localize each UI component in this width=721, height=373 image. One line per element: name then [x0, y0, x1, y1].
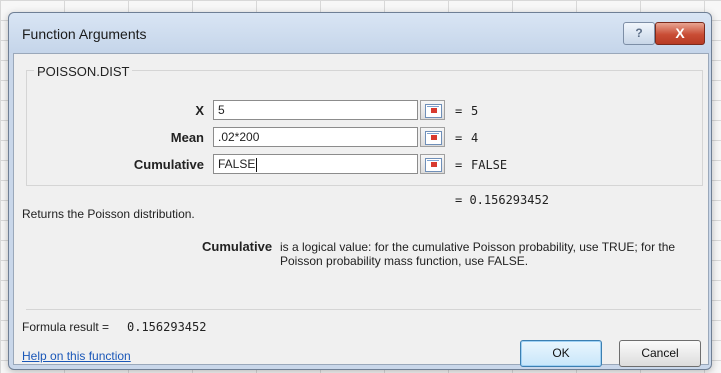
close-button[interactable]: X	[655, 22, 705, 45]
title-bar[interactable]: Function Arguments ? X	[9, 13, 711, 53]
dialog-title: Function Arguments	[22, 26, 147, 42]
arg-help-label: Cumulative	[202, 239, 273, 254]
arg-label-mean: Mean	[170, 130, 204, 145]
separator-line	[26, 309, 701, 310]
arg-label-x: X	[195, 103, 204, 118]
arg-eq-cumulative: =	[455, 158, 463, 172]
arg-value-mean: 4	[471, 131, 479, 145]
text-caret	[256, 157, 258, 172]
function-description: Returns the Poisson distribution.	[22, 207, 195, 221]
arg-help-text-line2: Poisson probability mass function, use F…	[280, 254, 529, 268]
arg-help-text-line1: is a logical value: for the cumulative P…	[280, 240, 676, 254]
arg-input-x[interactable]: 5	[213, 100, 418, 120]
ref-button-x[interactable]	[420, 100, 445, 120]
ref-button-mean[interactable]	[420, 127, 445, 147]
dialog-body: POISSON.DIST X 5 = 5 Mean .02*200 = 4 Cu…	[13, 53, 709, 367]
formula-result-label: Formula result =	[22, 320, 110, 334]
function-arguments-dialog: Function Arguments ? X POISSON.DIST X 5 …	[8, 12, 712, 370]
arg-eq-mean: =	[455, 131, 463, 145]
arg-label-cumulative: Cumulative	[133, 157, 204, 172]
collapse-dialog-icon	[425, 104, 442, 118]
help-on-this-function-link[interactable]: Help on this function	[22, 349, 131, 363]
formula-result-value: 0.156293452	[127, 320, 207, 334]
overall-result: = 0.156293452	[455, 193, 549, 207]
arg-input-mean[interactable]: .02*200	[213, 127, 418, 147]
help-question-button[interactable]: ?	[623, 22, 655, 45]
arg-input-cumulative[interactable]: FALSE	[213, 154, 418, 174]
arg-value-x: 5	[471, 104, 479, 118]
ref-button-cumulative[interactable]	[420, 154, 445, 174]
arg-input-cumulative-text: FALSE	[218, 157, 256, 171]
arg-value-cumulative: FALSE	[471, 158, 508, 172]
cancel-button[interactable]: Cancel	[619, 340, 701, 367]
collapse-dialog-icon	[425, 158, 442, 172]
function-name: POISSON.DIST	[34, 64, 133, 79]
collapse-dialog-icon	[425, 131, 442, 145]
arg-eq-x: =	[455, 104, 463, 118]
ok-button[interactable]: OK	[520, 340, 602, 367]
